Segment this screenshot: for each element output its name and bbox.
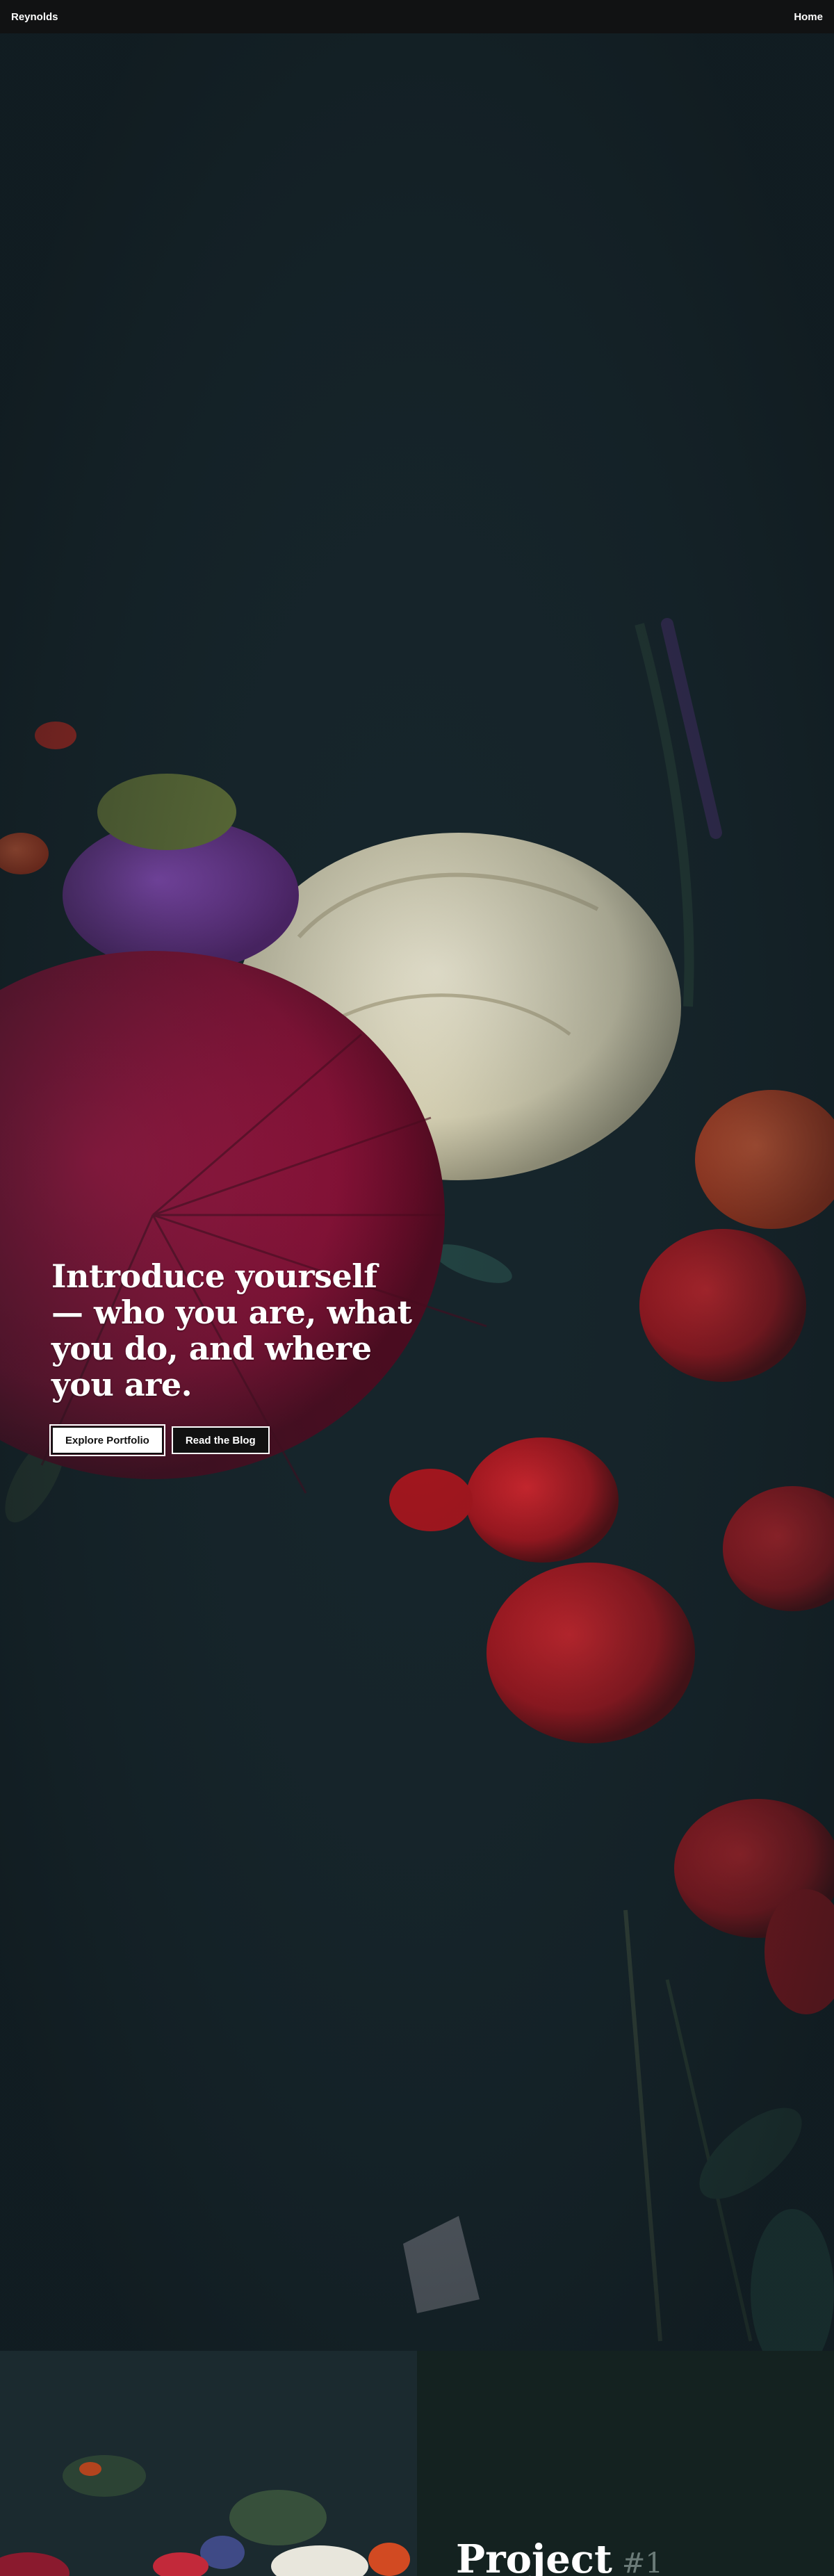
project-section: Project #1 — [0, 2351, 834, 2576]
site-brand-link[interactable]: Reynolds — [11, 11, 58, 23]
nav-home-link[interactable]: Home — [794, 11, 823, 23]
project-title-text: Project — [456, 2536, 612, 2576]
project-flowers-image — [0, 2351, 417, 2576]
project-image[interactable] — [0, 2351, 417, 2576]
hero-content: Introduce yourself — who you are, what y… — [49, 1257, 413, 1456]
read-blog-button[interactable]: Read the Blog — [171, 1426, 270, 1454]
project-info: Project #1 — [417, 2351, 834, 2576]
top-bar: Reynolds Home — [0, 0, 834, 33]
project-number: #1 — [621, 2548, 663, 2576]
hero-section: Introduce yourself — who you are, what y… — [0, 33, 834, 2351]
hero-flowers-image — [0, 33, 834, 2351]
hero-headline: Introduce yourself — who you are, what y… — [51, 1257, 412, 1403]
explore-portfolio-button[interactable]: Explore Portfolio — [49, 1424, 165, 1456]
project-title[interactable]: Project #1 — [456, 2537, 663, 2576]
hero-cta-row: Explore Portfolio Read the Blog — [49, 1424, 413, 1456]
